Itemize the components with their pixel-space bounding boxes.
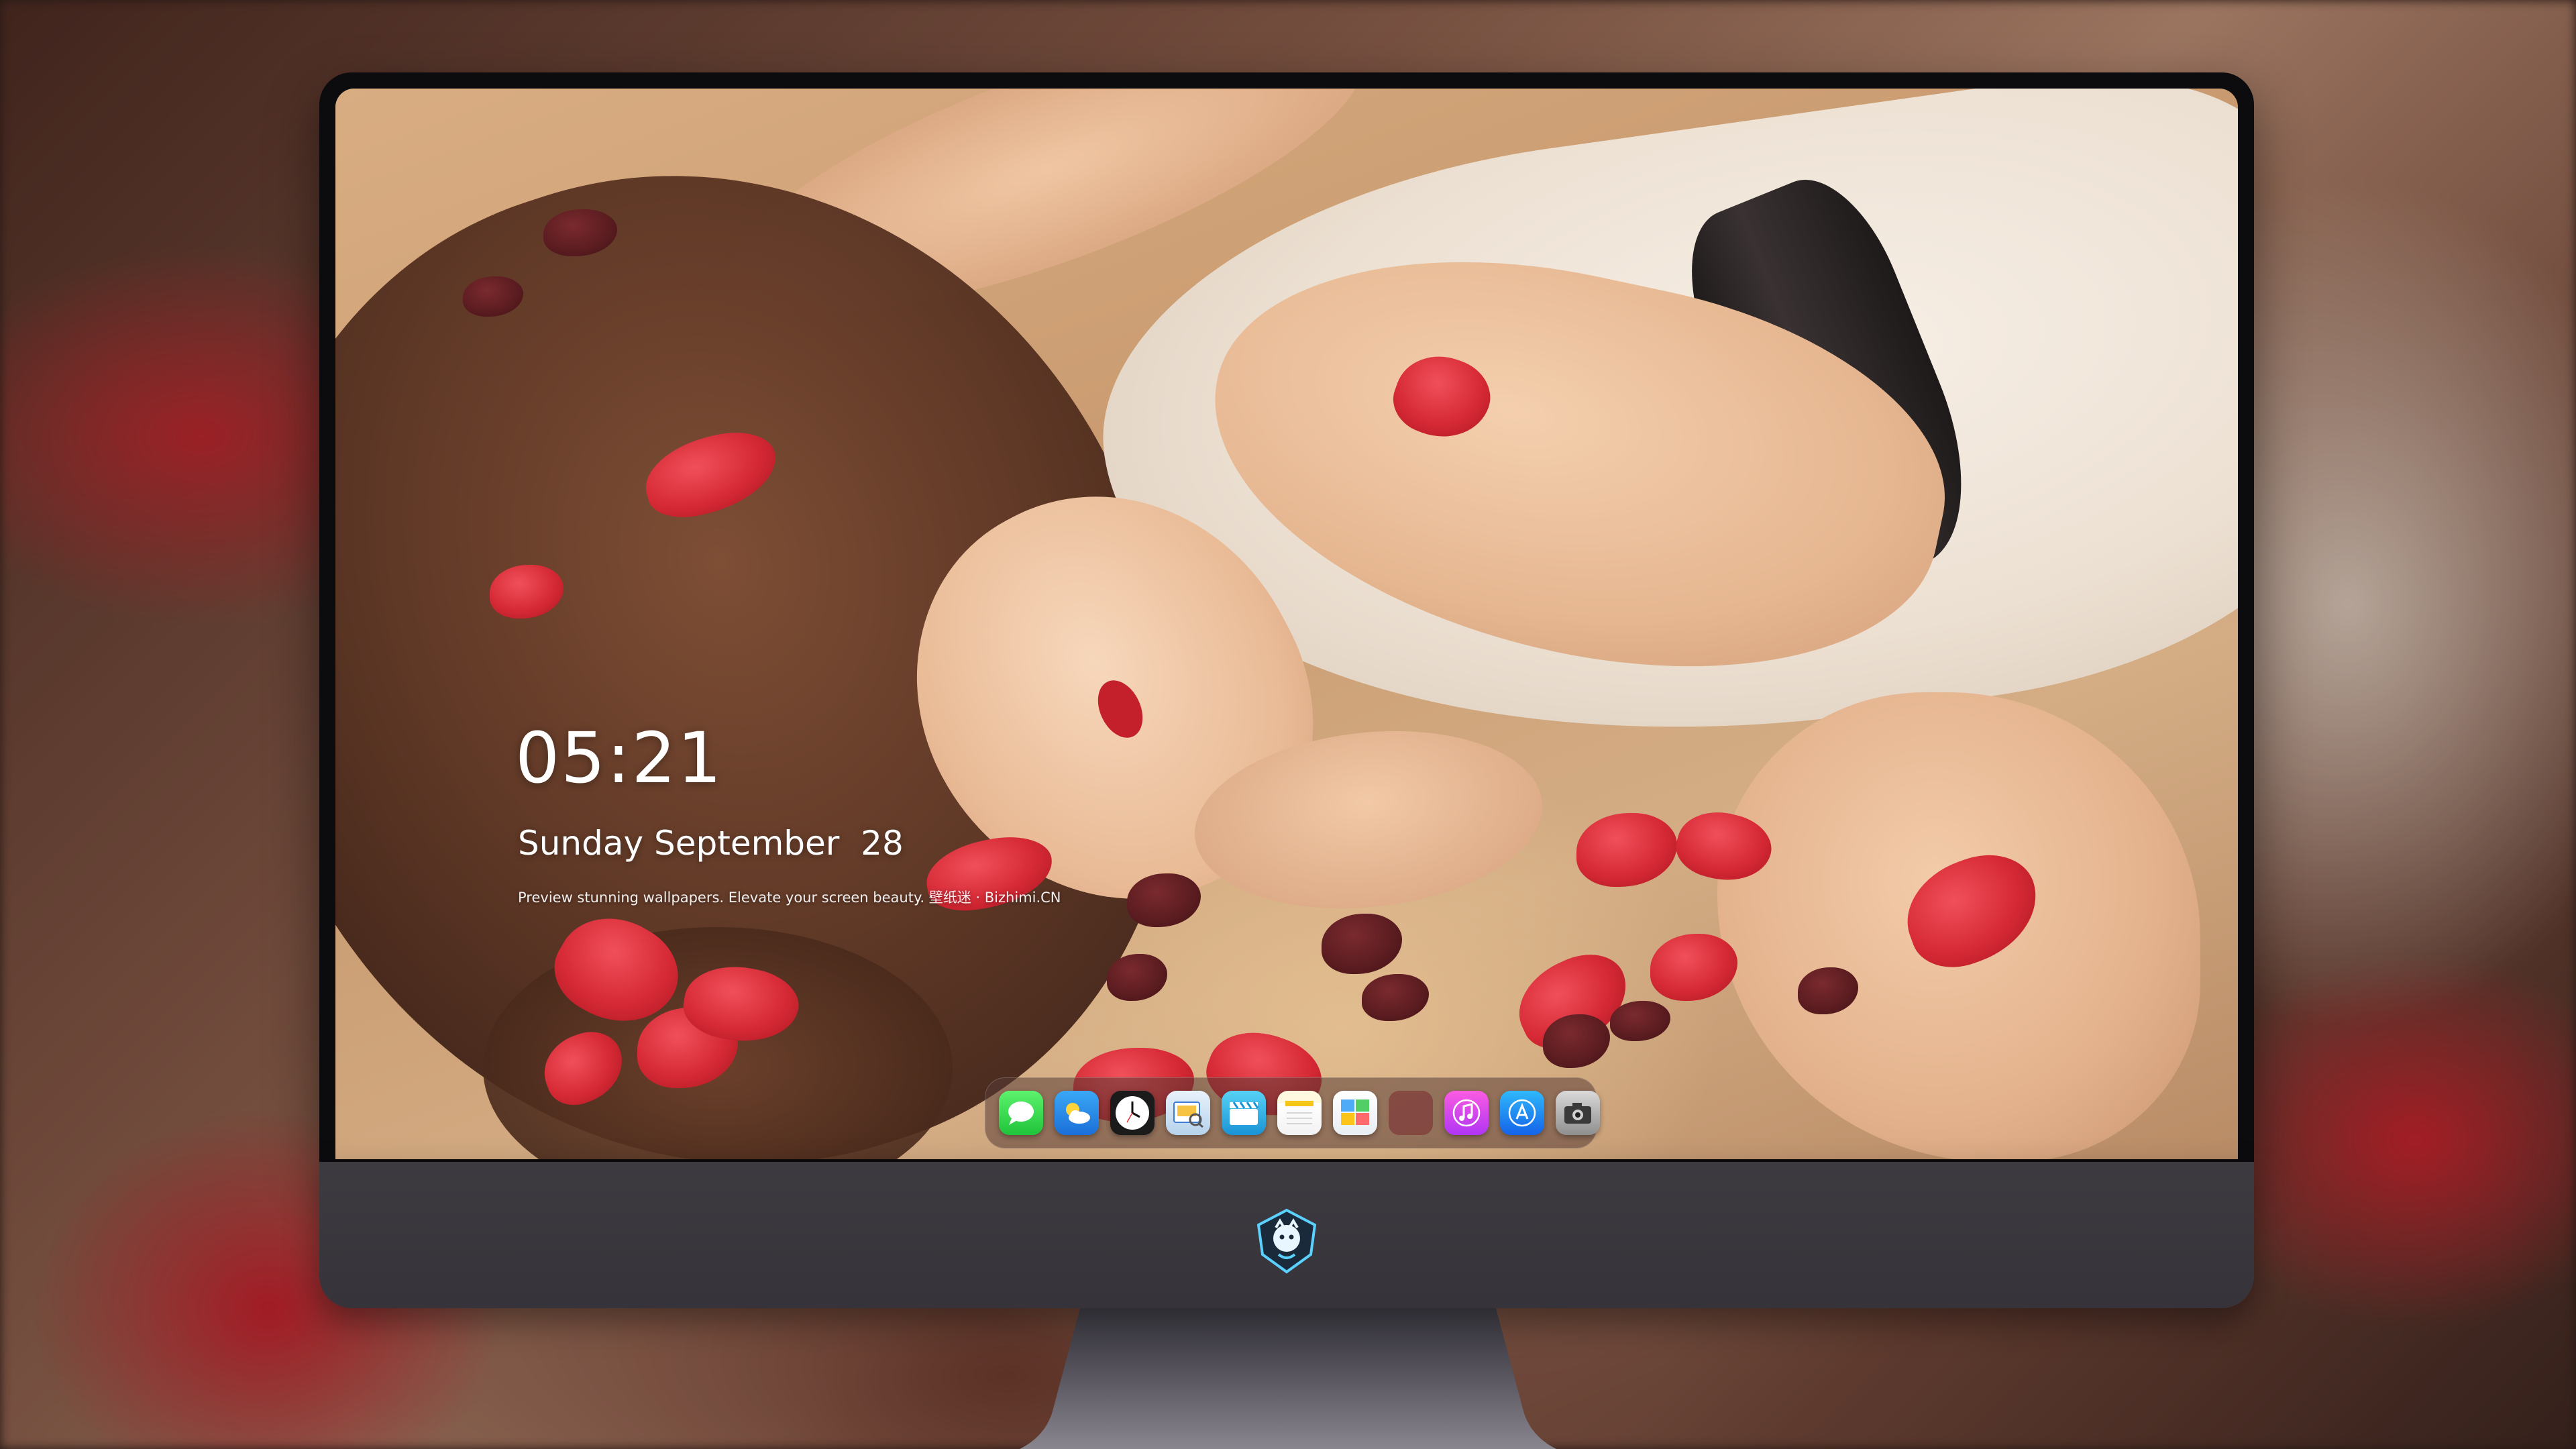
clock-icon[interactable]	[1110, 1091, 1155, 1135]
camera-glyph	[1564, 1103, 1591, 1124]
shield-logo-glyph	[1256, 1208, 1317, 1274]
lockscreen-date: Sunday September 28	[518, 824, 904, 863]
monitor: 05:21 Sunday September 28 Preview stunni…	[319, 72, 2254, 1449]
dried-petal	[1610, 1001, 1670, 1041]
lockscreen-tagline: Preview stunning wallpapers. Elevate you…	[518, 890, 1061, 906]
dried-petal	[1543, 1014, 1610, 1068]
dried-petal	[1107, 954, 1167, 1001]
monitor-screen: 05:21 Sunday September 28 Preview stunni…	[335, 89, 2238, 1159]
clock-face-glyph	[1116, 1096, 1149, 1130]
wallpaper	[335, 89, 2238, 1159]
sun-cloud-glyph	[1066, 1103, 1090, 1124]
dried-petal	[1322, 914, 1402, 974]
rose-petal	[1576, 813, 1677, 887]
app-store-a-glyph	[1508, 1099, 1536, 1127]
bizhimi-logo-icon	[1253, 1208, 1320, 1275]
messages-icon[interactable]	[999, 1091, 1043, 1135]
clips-icon[interactable]	[1222, 1091, 1266, 1135]
speech-bubble-glyph	[1008, 1102, 1034, 1125]
notes-icon[interactable]	[1277, 1091, 1322, 1135]
photo-grid-glyph	[1341, 1099, 1369, 1125]
music-icon[interactable]	[1444, 1091, 1489, 1135]
empty-dock-slot	[1389, 1091, 1433, 1135]
photo-booth-icon[interactable]	[1333, 1091, 1377, 1135]
music-note-glyph	[1452, 1099, 1481, 1127]
dock	[985, 1077, 1600, 1148]
camera-icon[interactable]	[1556, 1091, 1600, 1135]
notes-lines-glyph	[1285, 1101, 1313, 1124]
dried-petal	[1362, 974, 1429, 1021]
app-store-icon[interactable]	[1500, 1091, 1544, 1135]
preview-glyph	[1173, 1102, 1203, 1128]
rose-petal	[1650, 934, 1737, 1001]
preview-icon[interactable]	[1166, 1091, 1210, 1135]
clapperboard-glyph	[1230, 1102, 1259, 1125]
monitor-bezel: 05:21 Sunday September 28 Preview stunni…	[319, 72, 2254, 1162]
dried-petal	[1127, 873, 1201, 927]
weather-icon[interactable]	[1055, 1091, 1099, 1135]
lockscreen-clock: 05:21	[515, 717, 723, 799]
monitor-chin	[319, 1162, 2254, 1308]
monitor-stand	[1020, 1308, 1556, 1449]
